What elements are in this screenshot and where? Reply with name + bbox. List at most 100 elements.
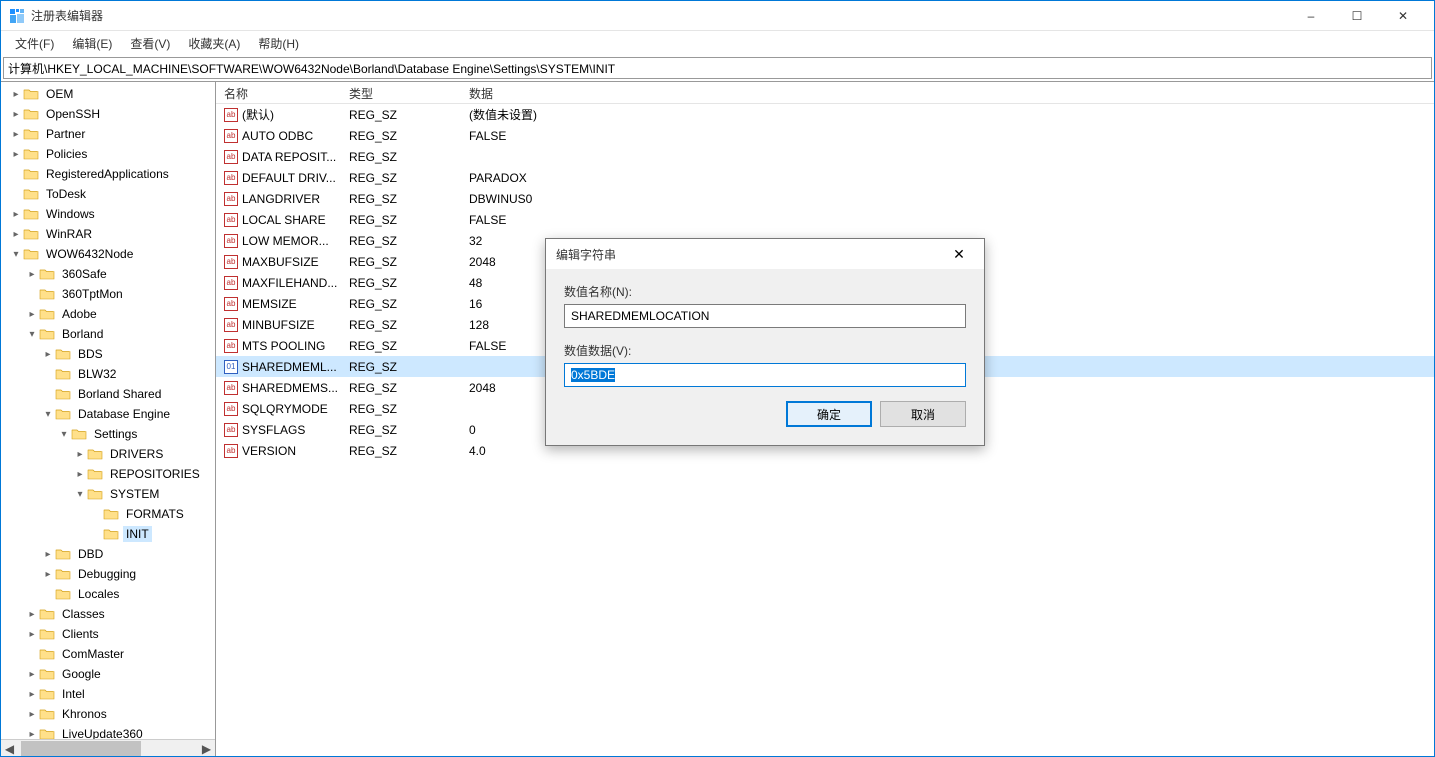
value-row[interactable]: abDEFAULT DRIV...REG_SZPARADOX: [216, 167, 1434, 188]
tree-expander[interactable]: ▸: [25, 309, 39, 320]
tree-expander[interactable]: ▸: [9, 229, 23, 240]
value-row[interactable]: abDATA REPOSIT...REG_SZ: [216, 146, 1434, 167]
tree-expander[interactable]: ▸: [89, 529, 103, 540]
close-button[interactable]: ✕: [1380, 1, 1426, 31]
tree-horizontal-scrollbar[interactable]: ◀ ▶: [1, 739, 215, 756]
tree-expander[interactable]: ▸: [9, 89, 23, 100]
tree-expander[interactable]: ▸: [25, 669, 39, 680]
tree-node[interactable]: ▸Adobe: [1, 304, 215, 324]
tree-expander[interactable]: ▸: [41, 569, 55, 580]
value-row[interactable]: abLANGDRIVERREG_SZDBWINUS0: [216, 188, 1434, 209]
ok-button[interactable]: 确定: [786, 401, 872, 427]
minimize-button[interactable]: –: [1288, 1, 1334, 31]
titlebar[interactable]: 注册表编辑器 – ☐ ✕: [1, 1, 1434, 31]
scroll-right-arrow[interactable]: ▶: [198, 740, 215, 756]
tree-node[interactable]: ▾Borland: [1, 324, 215, 344]
value-row[interactable]: abLOCAL SHAREREG_SZFALSE: [216, 209, 1434, 230]
tree-expander[interactable]: ▸: [9, 129, 23, 140]
menu-edit[interactable]: 编辑(E): [64, 33, 120, 54]
tree-node[interactable]: ▾SYSTEM: [1, 484, 215, 504]
tree-expander[interactable]: ▸: [41, 549, 55, 560]
edit-string-dialog[interactable]: 编辑字符串 ✕ 数值名称(N): SHAREDMEMLOCATION 数值数据(…: [545, 238, 985, 446]
menu-file[interactable]: 文件(F): [7, 33, 62, 54]
tree-expander[interactable]: ▾: [9, 249, 23, 260]
tree-node[interactable]: ▸RegisteredApplications: [1, 164, 215, 184]
tree-node[interactable]: ▸ToDesk: [1, 184, 215, 204]
column-header-name[interactable]: 名称: [216, 82, 341, 103]
tree-expander[interactable]: ▸: [25, 649, 39, 660]
tree-node[interactable]: ▸WinRAR: [1, 224, 215, 244]
value-data-input[interactable]: 0x5BDE: [564, 363, 966, 387]
tree-node[interactable]: ▸Windows: [1, 204, 215, 224]
tree-node[interactable]: ▸INIT: [1, 524, 215, 544]
tree-node[interactable]: ▸Khronos: [1, 704, 215, 724]
tree-node[interactable]: ▸Clients: [1, 624, 215, 644]
menu-view[interactable]: 查看(V): [122, 33, 178, 54]
menu-help[interactable]: 帮助(H): [250, 33, 307, 54]
tree-expander[interactable]: ▸: [41, 389, 55, 400]
tree-node[interactable]: ▾Settings: [1, 424, 215, 444]
app-icon: [9, 8, 25, 24]
tree-expander[interactable]: ▸: [41, 349, 55, 360]
tree-node[interactable]: ▸BLW32: [1, 364, 215, 384]
tree-node[interactable]: ▸DRIVERS: [1, 444, 215, 464]
tree-expander[interactable]: ▸: [9, 209, 23, 220]
value-type-cell: REG_SZ: [341, 444, 461, 458]
tree-expander[interactable]: ▸: [25, 689, 39, 700]
tree-expander[interactable]: ▸: [73, 449, 87, 460]
tree-expander[interactable]: ▾: [41, 409, 55, 420]
tree-expander[interactable]: ▸: [9, 109, 23, 120]
column-header-data[interactable]: 数据: [461, 82, 1434, 103]
tree-node[interactable]: ▸360TptMon: [1, 284, 215, 304]
scroll-thumb[interactable]: [21, 741, 141, 756]
menu-favorites[interactable]: 收藏夹(A): [180, 33, 248, 54]
tree-node[interactable]: ▸BDS: [1, 344, 215, 364]
tree-expander[interactable]: ▸: [9, 149, 23, 160]
tree-expander[interactable]: ▾: [25, 329, 39, 340]
tree-node[interactable]: ▸Classes: [1, 604, 215, 624]
column-header-type[interactable]: 类型: [341, 82, 461, 103]
tree-node[interactable]: ▸Google: [1, 664, 215, 684]
tree-node[interactable]: ▾Database Engine: [1, 404, 215, 424]
dialog-close-button[interactable]: ✕: [944, 246, 974, 263]
tree-expander[interactable]: ▸: [25, 289, 39, 300]
tree-node[interactable]: ▸360Safe: [1, 264, 215, 284]
tree-node[interactable]: ▸DBD: [1, 544, 215, 564]
tree-expander[interactable]: ▾: [73, 489, 87, 500]
tree-node[interactable]: ▸Partner: [1, 124, 215, 144]
tree-expander[interactable]: ▸: [25, 269, 39, 280]
tree-expander[interactable]: ▸: [25, 729, 39, 740]
value-row[interactable]: ab(默认)REG_SZ(数值未设置): [216, 104, 1434, 125]
tree-node[interactable]: ▸Locales: [1, 584, 215, 604]
tree-expander[interactable]: ▸: [9, 189, 23, 200]
tree-node[interactable]: ▾WOW6432Node: [1, 244, 215, 264]
tree-expander[interactable]: ▸: [41, 369, 55, 380]
list-header[interactable]: 名称 类型 数据: [216, 82, 1434, 104]
tree-node[interactable]: ▸OEM: [1, 84, 215, 104]
tree-node[interactable]: ▸LiveUpdate360: [1, 724, 215, 739]
tree-expander[interactable]: ▸: [25, 709, 39, 720]
tree-node[interactable]: ▸Policies: [1, 144, 215, 164]
tree-node[interactable]: ▸OpenSSH: [1, 104, 215, 124]
tree-expander[interactable]: ▸: [25, 629, 39, 640]
scroll-left-arrow[interactable]: ◀: [1, 740, 18, 756]
tree-node[interactable]: ▸ComMaster: [1, 644, 215, 664]
tree-node[interactable]: ▸FORMATS: [1, 504, 215, 524]
tree-node[interactable]: ▸Debugging: [1, 564, 215, 584]
maximize-button[interactable]: ☐: [1334, 1, 1380, 31]
value-name-input[interactable]: SHAREDMEMLOCATION: [564, 304, 966, 328]
registry-tree[interactable]: ▸OEM▸OpenSSH▸Partner▸Policies▸Registered…: [1, 82, 215, 739]
dialog-titlebar[interactable]: 编辑字符串 ✕: [546, 239, 984, 269]
tree-expander[interactable]: ▸: [25, 609, 39, 620]
tree-node[interactable]: ▸REPOSITORIES: [1, 464, 215, 484]
cancel-button[interactable]: 取消: [880, 401, 966, 427]
tree-node[interactable]: ▸Borland Shared: [1, 384, 215, 404]
tree-expander[interactable]: ▸: [89, 509, 103, 520]
address-bar[interactable]: 计算机\HKEY_LOCAL_MACHINE\SOFTWARE\WOW6432N…: [3, 57, 1432, 79]
tree-expander[interactable]: ▸: [41, 589, 55, 600]
tree-expander[interactable]: ▾: [57, 429, 71, 440]
value-row[interactable]: abAUTO ODBCREG_SZFALSE: [216, 125, 1434, 146]
tree-expander[interactable]: ▸: [9, 169, 23, 180]
tree-expander[interactable]: ▸: [73, 469, 87, 480]
tree-node[interactable]: ▸Intel: [1, 684, 215, 704]
